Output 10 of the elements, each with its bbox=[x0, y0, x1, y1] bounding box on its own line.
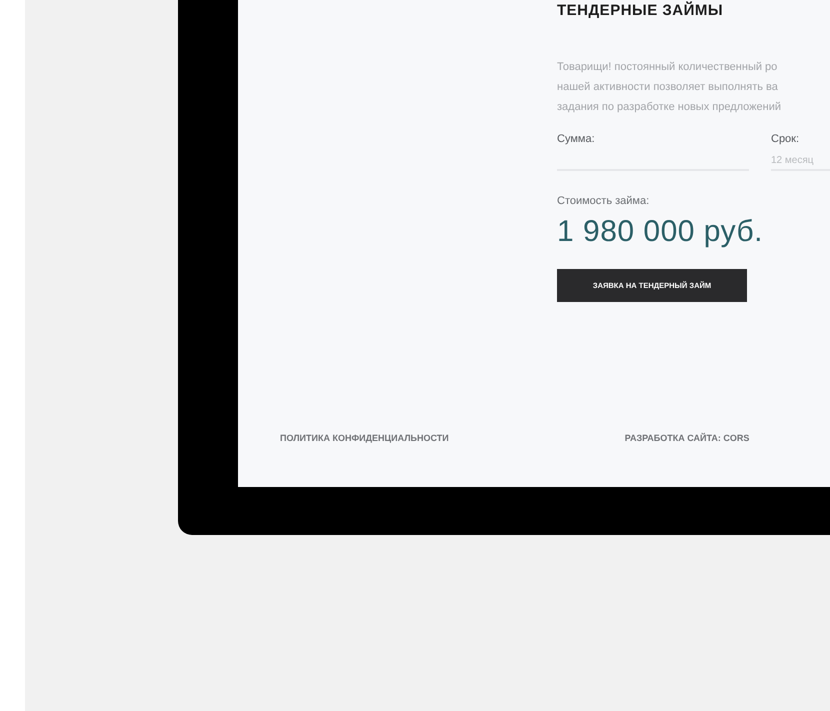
description-line: Товарищи! постоянный количественный ро bbox=[557, 60, 778, 75]
field-label: Срок: bbox=[771, 133, 800, 145]
footer-link[interactable]: РАЗРАБОТКА САЙТА: CORS bbox=[624, 433, 750, 443]
footer-link[interactable]: ПОЛИТИКА КОНФИДЕНЦИАЛЬНОСТИ bbox=[280, 433, 449, 443]
field-label: Сумма: bbox=[557, 133, 596, 145]
cost-label: Стоимость займа: bbox=[557, 195, 650, 207]
description-line: задания по разработке новых предложений bbox=[557, 100, 782, 115]
cost-value: 1 980 000 руб. bbox=[557, 215, 763, 249]
page-title: ТЕНДЕРНЫЕ ЗАЙМЫ bbox=[557, 2, 724, 19]
description-line: нашей активности позволяет выполнять ва bbox=[557, 80, 779, 95]
